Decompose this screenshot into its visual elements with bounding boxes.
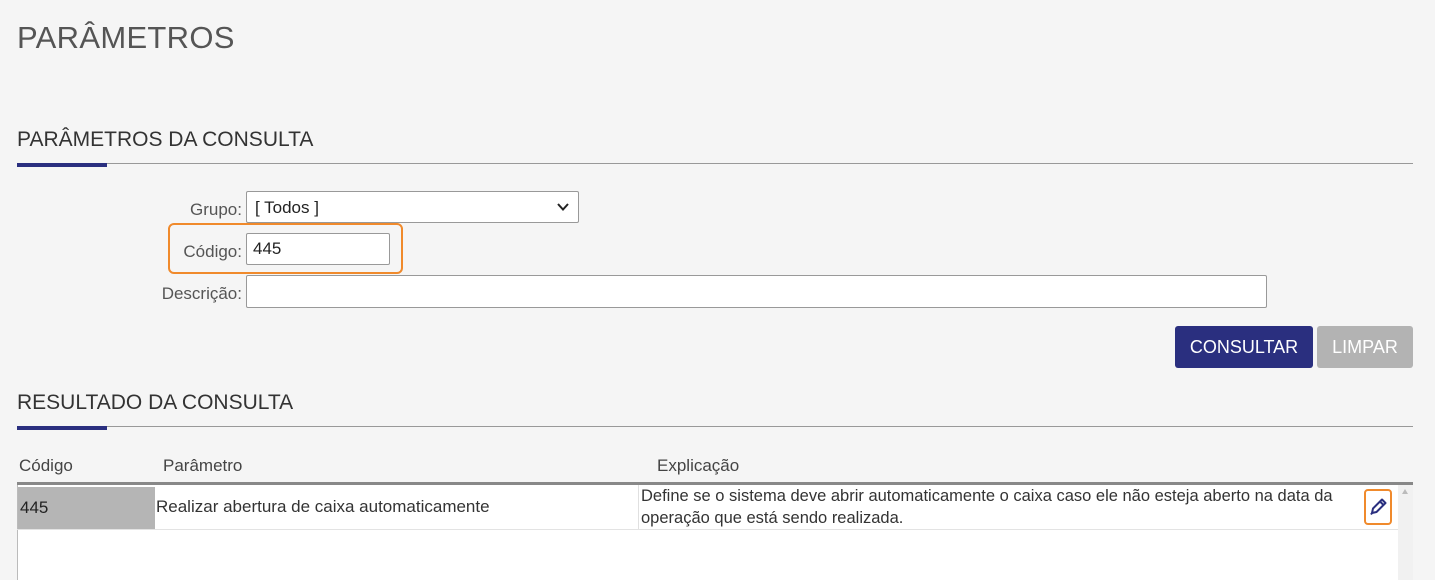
grupo-label: Grupo: — [190, 200, 242, 219]
table-row[interactable]: 445 Realizar abertura de caixa automatic… — [17, 485, 1398, 530]
page-title: PARÂMETROS — [17, 20, 235, 55]
grupo-select-value: [ Todos ] — [255, 198, 319, 217]
scroll-up-arrow-icon[interactable] — [1402, 489, 1408, 494]
table-scrollbar[interactable] — [1398, 485, 1413, 580]
results-section-title: RESULTADO DA CONSULTA — [17, 391, 294, 414]
chevron-down-icon — [557, 203, 569, 211]
pencil-icon — [1370, 498, 1387, 516]
cell-parametro: Realizar abertura de caixa automaticamen… — [156, 497, 490, 516]
descricao-label: Descrição: — [161, 284, 242, 303]
edit-button[interactable] — [1364, 489, 1392, 525]
results-section-accent-bar — [17, 426, 107, 430]
cell-codigo: 445 — [18, 487, 155, 529]
query-section-title: PARÂMETROS DA CONSULTA — [17, 128, 314, 151]
codigo-label: Código: — [183, 242, 242, 261]
query-section-divider — [17, 163, 1413, 164]
descricao-input[interactable] — [246, 275, 1267, 308]
consultar-button[interactable]: CONSULTAR — [1175, 326, 1313, 368]
results-section-divider — [17, 426, 1413, 427]
grupo-select[interactable]: [ Todos ] — [246, 191, 579, 223]
limpar-button[interactable]: LIMPAR — [1317, 326, 1413, 368]
column-header-codigo[interactable]: Código — [19, 456, 73, 476]
column-header-explicacao[interactable]: Explicação — [657, 456, 739, 476]
codigo-input[interactable] — [246, 233, 390, 265]
query-section-accent-bar — [17, 163, 107, 167]
column-header-parametro[interactable]: Parâmetro — [163, 456, 242, 476]
cell-explicacao: Define se o sistema deve abrir automatic… — [638, 485, 1361, 529]
